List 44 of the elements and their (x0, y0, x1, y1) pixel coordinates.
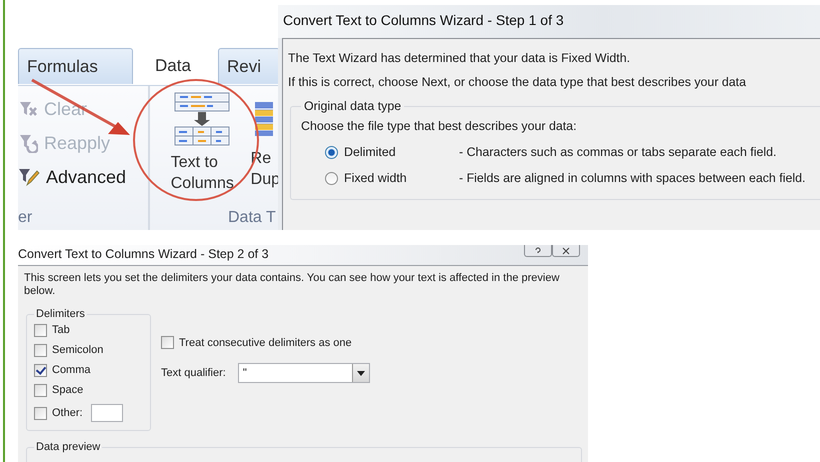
filter-reapply-icon (18, 133, 38, 153)
checkbox[interactable] (34, 406, 47, 420)
checkbox-option[interactable]: Space (34, 384, 84, 396)
text-qualifier-dropdown[interactable]: " (238, 363, 370, 383)
checkbox-option[interactable]: Comma (34, 364, 91, 376)
split-table-icon (174, 92, 230, 146)
group-legend: Delimiters (34, 308, 87, 320)
window-title: Convert Text to Columns Wizard - Step 2 of 3 (18, 246, 269, 262)
radio-option[interactable]: Delimited (325, 145, 451, 159)
filter-pencil-icon (18, 167, 40, 187)
checkbox-option[interactable]: Tab (34, 324, 70, 336)
dialog-text: Choose the file type that best describes your data: (301, 119, 578, 133)
checkbox[interactable] (34, 384, 47, 396)
help-button[interactable] (524, 245, 552, 257)
group-legend: Data preview (34, 441, 102, 453)
other-delimiter-field[interactable] (90, 404, 123, 422)
table-rows-icon (254, 102, 273, 136)
checkbox[interactable] (34, 344, 47, 356)
dialog-text: This screen lets you set the delimiters your data contains. You can see how your text is affected in the preview below. (24, 272, 560, 298)
ribbon-command[interactable]: Advanced (18, 164, 148, 190)
option-description: - Fields are aligned in columns with spaces between each field. (459, 171, 806, 185)
checkbox[interactable] (34, 364, 47, 376)
window-title: Convert Text to Columns Wizard - Step 1 of 3 (278, 5, 820, 38)
ribbon-tab[interactable]: Revi (218, 48, 280, 84)
group-legend: Original data type (301, 99, 404, 113)
group-label: Data T (228, 208, 277, 228)
checkbox-option[interactable]: Treat consecutive delimiters as one (161, 336, 370, 349)
close-button[interactable] (552, 245, 580, 257)
option-description: - Characters such as commas or tabs separate each field. (459, 145, 776, 159)
field-label: Text qualifier: (161, 367, 226, 379)
help-icon (534, 246, 542, 254)
checkbox[interactable] (161, 336, 174, 349)
group-label: er (18, 208, 34, 228)
dialog-text: If this is correct, choose Next, or choose the data type that best describes your data (288, 75, 748, 89)
ribbon-tab[interactable]: Formulas (18, 48, 133, 84)
checkbox-option[interactable]: Other: (34, 406, 83, 420)
radio-button[interactable] (325, 146, 338, 158)
dialog-text: The Text Wizard has determined that your data is Fixed Width. (288, 51, 632, 65)
radio-button[interactable] (325, 172, 338, 184)
text-to-columns-button[interactable]: Text to Columns (158, 92, 247, 194)
checkbox[interactable] (34, 324, 47, 336)
close-icon (562, 246, 570, 254)
radio-option[interactable]: Fixed width (325, 171, 451, 185)
checkbox-option[interactable]: Semicolon (34, 344, 104, 356)
